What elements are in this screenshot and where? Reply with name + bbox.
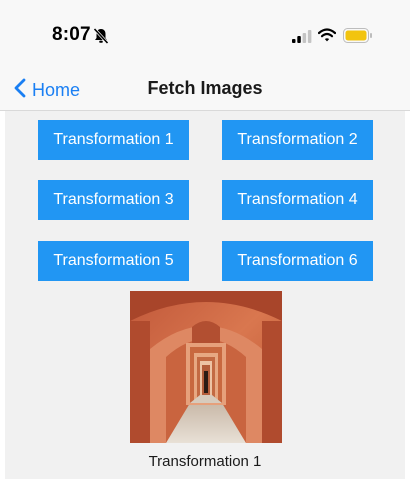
fetched-image (130, 291, 282, 443)
transformation-6-button[interactable]: Transformation 6 (222, 241, 373, 281)
transformation-4-button[interactable]: Transformation 4 (222, 180, 373, 220)
transformation-3-button[interactable]: Transformation 3 (38, 180, 189, 220)
wifi-icon (317, 28, 337, 47)
status-bar: 8:07 (0, 0, 410, 70)
transformation-1-button[interactable]: Transformation 1 (38, 120, 189, 160)
page-title: Fetch Images (147, 78, 263, 98)
bell-slash-icon (92, 27, 110, 50)
battery-icon (343, 28, 373, 48)
image-caption: Transformation 1 (148, 453, 262, 470)
status-time: 8:07 (52, 24, 91, 45)
transformation-2-button[interactable]: Transformation 2 (222, 120, 373, 160)
navigation-bar: Home Fetch Images (0, 70, 410, 111)
content-area: Transformation 1 Transformation 2 Transf… (5, 111, 405, 479)
transformation-5-button[interactable]: Transformation 5 (38, 241, 189, 281)
signal-icon (292, 30, 312, 48)
